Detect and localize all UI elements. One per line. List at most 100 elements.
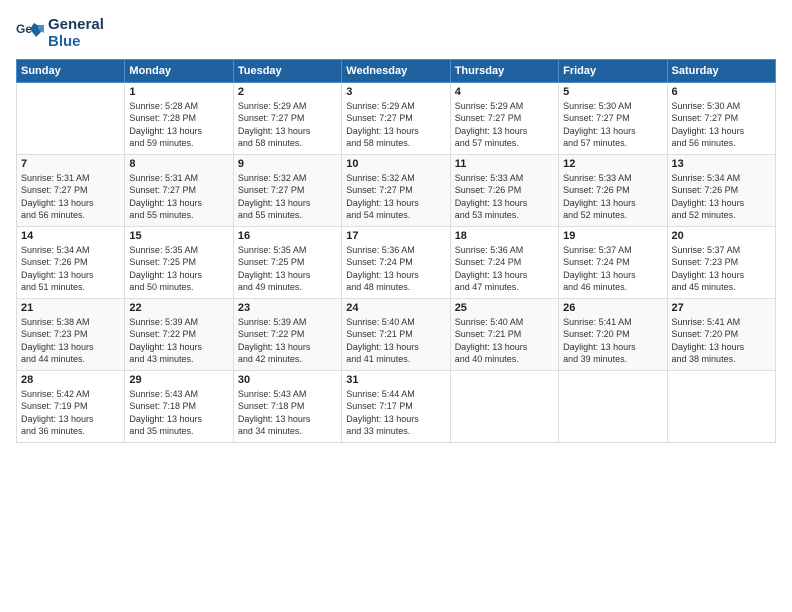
day-number: 16	[238, 230, 337, 242]
day-number: 17	[346, 230, 445, 242]
day-cell: 6 Sunrise: 5:30 AM Sunset: 7:27 PM Dayli…	[667, 82, 775, 154]
day-info: Sunrise: 5:39 AM Sunset: 7:22 PM Dayligh…	[238, 316, 337, 366]
day-info: Sunrise: 5:29 AM Sunset: 7:27 PM Dayligh…	[238, 100, 337, 150]
day-info: Sunrise: 5:41 AM Sunset: 7:20 PM Dayligh…	[672, 316, 771, 366]
header-saturday: Saturday	[667, 59, 775, 82]
day-info: Sunrise: 5:33 AM Sunset: 7:26 PM Dayligh…	[563, 172, 662, 222]
day-info: Sunrise: 5:37 AM Sunset: 7:23 PM Dayligh…	[672, 244, 771, 294]
day-info: Sunrise: 5:37 AM Sunset: 7:24 PM Dayligh…	[563, 244, 662, 294]
day-number: 1	[129, 86, 228, 98]
day-cell: 19 Sunrise: 5:37 AM Sunset: 7:24 PM Dayl…	[559, 226, 667, 298]
day-cell: 2 Sunrise: 5:29 AM Sunset: 7:27 PM Dayli…	[233, 82, 341, 154]
day-cell	[17, 82, 125, 154]
page: Gen General Blue SundayMondayTuesdayWedn…	[0, 0, 792, 612]
day-number: 26	[563, 302, 662, 314]
day-number: 3	[346, 86, 445, 98]
day-info: Sunrise: 5:34 AM Sunset: 7:26 PM Dayligh…	[21, 244, 120, 294]
day-cell: 23 Sunrise: 5:39 AM Sunset: 7:22 PM Dayl…	[233, 298, 341, 370]
day-cell	[667, 370, 775, 442]
day-number: 14	[21, 230, 120, 242]
day-cell: 9 Sunrise: 5:32 AM Sunset: 7:27 PM Dayli…	[233, 154, 341, 226]
header-monday: Monday	[125, 59, 233, 82]
day-number: 27	[672, 302, 771, 314]
day-number: 11	[455, 158, 554, 170]
week-row-2: 14 Sunrise: 5:34 AM Sunset: 7:26 PM Dayl…	[17, 226, 776, 298]
day-number: 28	[21, 374, 120, 386]
day-number: 8	[129, 158, 228, 170]
header-tuesday: Tuesday	[233, 59, 341, 82]
day-info: Sunrise: 5:38 AM Sunset: 7:23 PM Dayligh…	[21, 316, 120, 366]
header-friday: Friday	[559, 59, 667, 82]
day-info: Sunrise: 5:30 AM Sunset: 7:27 PM Dayligh…	[672, 100, 771, 150]
day-cell: 11 Sunrise: 5:33 AM Sunset: 7:26 PM Dayl…	[450, 154, 558, 226]
day-number: 13	[672, 158, 771, 170]
day-cell: 18 Sunrise: 5:36 AM Sunset: 7:24 PM Dayl…	[450, 226, 558, 298]
day-cell: 7 Sunrise: 5:31 AM Sunset: 7:27 PM Dayli…	[17, 154, 125, 226]
header-wednesday: Wednesday	[342, 59, 450, 82]
day-number: 24	[346, 302, 445, 314]
day-cell	[450, 370, 558, 442]
logo: Gen General Blue	[16, 16, 104, 51]
day-cell: 31 Sunrise: 5:44 AM Sunset: 7:17 PM Dayl…	[342, 370, 450, 442]
day-cell: 12 Sunrise: 5:33 AM Sunset: 7:26 PM Dayl…	[559, 154, 667, 226]
day-number: 31	[346, 374, 445, 386]
day-cell: 30 Sunrise: 5:43 AM Sunset: 7:18 PM Dayl…	[233, 370, 341, 442]
day-info: Sunrise: 5:39 AM Sunset: 7:22 PM Dayligh…	[129, 316, 228, 366]
day-cell: 14 Sunrise: 5:34 AM Sunset: 7:26 PM Dayl…	[17, 226, 125, 298]
day-cell: 29 Sunrise: 5:43 AM Sunset: 7:18 PM Dayl…	[125, 370, 233, 442]
week-row-1: 7 Sunrise: 5:31 AM Sunset: 7:27 PM Dayli…	[17, 154, 776, 226]
day-info: Sunrise: 5:32 AM Sunset: 7:27 PM Dayligh…	[238, 172, 337, 222]
day-cell: 26 Sunrise: 5:41 AM Sunset: 7:20 PM Dayl…	[559, 298, 667, 370]
day-info: Sunrise: 5:41 AM Sunset: 7:20 PM Dayligh…	[563, 316, 662, 366]
day-number: 29	[129, 374, 228, 386]
day-number: 10	[346, 158, 445, 170]
day-number: 23	[238, 302, 337, 314]
day-info: Sunrise: 5:32 AM Sunset: 7:27 PM Dayligh…	[346, 172, 445, 222]
day-number: 2	[238, 86, 337, 98]
day-cell	[559, 370, 667, 442]
day-info: Sunrise: 5:34 AM Sunset: 7:26 PM Dayligh…	[672, 172, 771, 222]
header-thursday: Thursday	[450, 59, 558, 82]
day-number: 25	[455, 302, 554, 314]
day-cell: 28 Sunrise: 5:42 AM Sunset: 7:19 PM Dayl…	[17, 370, 125, 442]
day-info: Sunrise: 5:36 AM Sunset: 7:24 PM Dayligh…	[455, 244, 554, 294]
day-cell: 20 Sunrise: 5:37 AM Sunset: 7:23 PM Dayl…	[667, 226, 775, 298]
day-number: 4	[455, 86, 554, 98]
day-cell: 3 Sunrise: 5:29 AM Sunset: 7:27 PM Dayli…	[342, 82, 450, 154]
day-cell: 16 Sunrise: 5:35 AM Sunset: 7:25 PM Dayl…	[233, 226, 341, 298]
day-cell: 27 Sunrise: 5:41 AM Sunset: 7:20 PM Dayl…	[667, 298, 775, 370]
day-info: Sunrise: 5:44 AM Sunset: 7:17 PM Dayligh…	[346, 388, 445, 438]
day-number: 6	[672, 86, 771, 98]
day-info: Sunrise: 5:40 AM Sunset: 7:21 PM Dayligh…	[346, 316, 445, 366]
day-number: 5	[563, 86, 662, 98]
day-cell: 1 Sunrise: 5:28 AM Sunset: 7:28 PM Dayli…	[125, 82, 233, 154]
day-cell: 21 Sunrise: 5:38 AM Sunset: 7:23 PM Dayl…	[17, 298, 125, 370]
day-number: 20	[672, 230, 771, 242]
day-info: Sunrise: 5:31 AM Sunset: 7:27 PM Dayligh…	[21, 172, 120, 222]
day-info: Sunrise: 5:29 AM Sunset: 7:27 PM Dayligh…	[455, 100, 554, 150]
day-cell: 22 Sunrise: 5:39 AM Sunset: 7:22 PM Dayl…	[125, 298, 233, 370]
header-row: SundayMondayTuesdayWednesdayThursdayFrid…	[17, 59, 776, 82]
day-info: Sunrise: 5:42 AM Sunset: 7:19 PM Dayligh…	[21, 388, 120, 438]
day-number: 9	[238, 158, 337, 170]
day-info: Sunrise: 5:36 AM Sunset: 7:24 PM Dayligh…	[346, 244, 445, 294]
week-row-4: 28 Sunrise: 5:42 AM Sunset: 7:19 PM Dayl…	[17, 370, 776, 442]
header-sunday: Sunday	[17, 59, 125, 82]
day-cell: 5 Sunrise: 5:30 AM Sunset: 7:27 PM Dayli…	[559, 82, 667, 154]
week-row-3: 21 Sunrise: 5:38 AM Sunset: 7:23 PM Dayl…	[17, 298, 776, 370]
day-number: 12	[563, 158, 662, 170]
logo-text: General Blue	[48, 16, 104, 51]
day-info: Sunrise: 5:40 AM Sunset: 7:21 PM Dayligh…	[455, 316, 554, 366]
day-cell: 4 Sunrise: 5:29 AM Sunset: 7:27 PM Dayli…	[450, 82, 558, 154]
logo-icon: Gen	[16, 19, 44, 47]
day-info: Sunrise: 5:43 AM Sunset: 7:18 PM Dayligh…	[129, 388, 228, 438]
calendar-table: SundayMondayTuesdayWednesdayThursdayFrid…	[16, 59, 776, 443]
day-number: 7	[21, 158, 120, 170]
day-info: Sunrise: 5:28 AM Sunset: 7:28 PM Dayligh…	[129, 100, 228, 150]
day-cell: 24 Sunrise: 5:40 AM Sunset: 7:21 PM Dayl…	[342, 298, 450, 370]
day-number: 19	[563, 230, 662, 242]
day-cell: 25 Sunrise: 5:40 AM Sunset: 7:21 PM Dayl…	[450, 298, 558, 370]
day-cell: 10 Sunrise: 5:32 AM Sunset: 7:27 PM Dayl…	[342, 154, 450, 226]
day-info: Sunrise: 5:29 AM Sunset: 7:27 PM Dayligh…	[346, 100, 445, 150]
header: Gen General Blue	[16, 16, 776, 51]
